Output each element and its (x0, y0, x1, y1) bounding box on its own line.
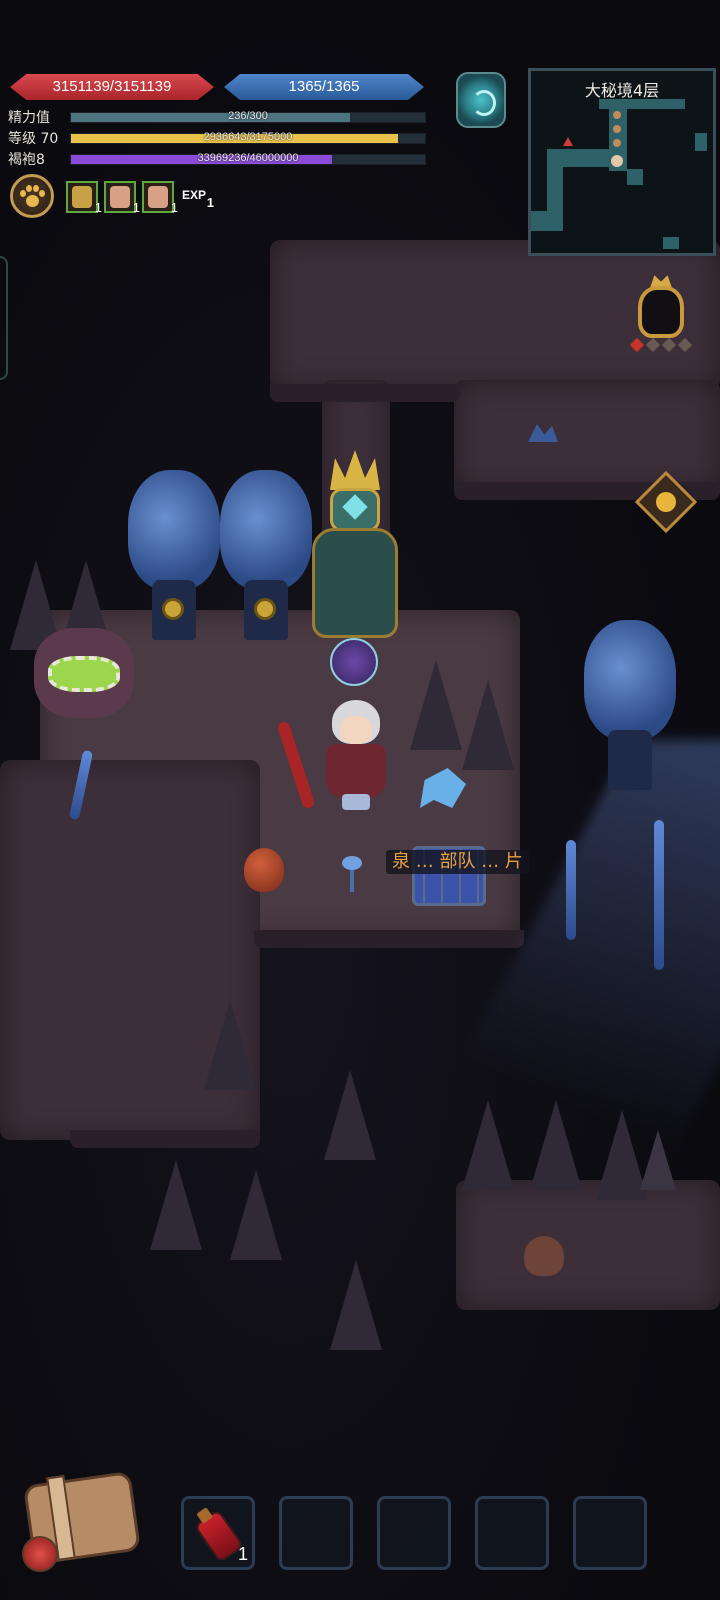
blue-tree[interactable] (580, 620, 680, 800)
pet-button[interactable] (10, 174, 54, 218)
rock (410, 660, 462, 750)
shirt-buff-icon (148, 186, 168, 208)
hp-bar: 3151139/3151139 (10, 74, 214, 100)
blue-plant[interactable] (338, 856, 368, 892)
item-slot-3[interactable] (377, 1496, 451, 1570)
red-egg[interactable] (244, 848, 284, 892)
player-character[interactable] (318, 700, 394, 810)
buff-count: 1 (132, 200, 140, 215)
trophy-frame (638, 286, 684, 338)
rock (204, 1000, 256, 1090)
item-slot-5[interactable] (573, 1496, 647, 1570)
stamina-bar: 236/300 (70, 109, 426, 123)
buff-armor[interactable]: 1 (66, 181, 102, 215)
pet-companion[interactable] (330, 638, 378, 686)
rock (324, 1070, 376, 1160)
rock (230, 1170, 282, 1260)
minimap-marker (613, 111, 621, 119)
chomper-monster[interactable] (34, 628, 134, 718)
buff-count: 1 (94, 200, 102, 215)
rock (150, 1160, 202, 1250)
robe-row: 褐袍8 33969236/46000000 (8, 151, 426, 168)
red-potion-icon (193, 1508, 245, 1564)
minimap-room (531, 211, 563, 231)
stamina-value: 236/300 (228, 109, 268, 122)
minimap-room (663, 237, 679, 249)
stamina-row: 精力值 236/300 (8, 109, 426, 126)
portal-icon[interactable] (456, 72, 506, 128)
trophy-gems (629, 337, 693, 353)
level-label: 等级 70 (8, 131, 59, 147)
blue-crystal (566, 840, 576, 940)
buff-shirt[interactable]: 1 (142, 181, 178, 215)
buff-shirt[interactable]: 1 (104, 181, 140, 215)
exp-value: 2936643/3175000 (203, 130, 293, 143)
backpack-icon[interactable] (18, 1470, 142, 1580)
rock (640, 1130, 676, 1190)
boss-body (312, 528, 398, 638)
rock (330, 1260, 382, 1350)
minimap-room (695, 133, 707, 151)
robe-label: 褐袍8 (8, 152, 45, 168)
robe-bar: 33969236/46000000 (70, 151, 426, 165)
rock (462, 680, 514, 770)
side-drawer-handle[interactable] (0, 256, 8, 380)
exp-buff-count: 1 (206, 195, 214, 210)
level-row: 等级 70 2936643/3175000 (8, 130, 426, 147)
armor-buff-icon (72, 186, 92, 208)
item-slot-1[interactable]: 1 (181, 1496, 255, 1570)
exp-buff-label: EXP (182, 188, 207, 202)
bag-potion (22, 1536, 58, 1572)
object-name-sign: 泉 … 部队 … 片 (386, 850, 529, 874)
buff-count: 1 (170, 200, 178, 215)
stamina-label: 精力值 (8, 110, 50, 126)
hero-face (340, 716, 372, 744)
boss-monster[interactable] (300, 450, 410, 650)
minimap[interactable]: 大秘境4层 (528, 68, 716, 256)
exp-bar: 2936643/3175000 (70, 130, 426, 144)
hero-cloak (326, 744, 386, 798)
rock (462, 1100, 514, 1190)
mp-bar: 1365/1365 (224, 74, 424, 100)
boss-crown (330, 450, 380, 490)
rock (530, 1100, 582, 1190)
ledge (70, 1130, 260, 1148)
campfire[interactable] (524, 1236, 564, 1276)
ledge (254, 930, 524, 948)
right-ledge-floor (454, 380, 720, 490)
blue-tree[interactable] (124, 470, 224, 650)
item-slot-4[interactable] (475, 1496, 549, 1570)
hero-legs (342, 794, 370, 810)
trophy-icon[interactable] (629, 272, 693, 356)
blue-crystal (654, 820, 664, 970)
player-face-icon (611, 155, 623, 167)
minimap-title: 大秘境4层 (584, 81, 660, 100)
ledge (270, 384, 460, 402)
item-slot-2[interactable] (279, 1496, 353, 1570)
bottom-right-floor (456, 1180, 720, 1310)
minimap-marker (613, 125, 621, 133)
exp-buff[interactable]: EXP 1 (182, 181, 214, 213)
shirt-buff-icon (110, 186, 130, 208)
item-qty: 1 (237, 1544, 248, 1564)
paw-icon (20, 185, 45, 207)
minimap-marker (613, 139, 621, 147)
monster-mouth (48, 656, 120, 692)
red-triangle-icon (563, 137, 573, 146)
robe-value: 33969236/46000000 (197, 151, 299, 164)
minimap-room (627, 169, 643, 185)
